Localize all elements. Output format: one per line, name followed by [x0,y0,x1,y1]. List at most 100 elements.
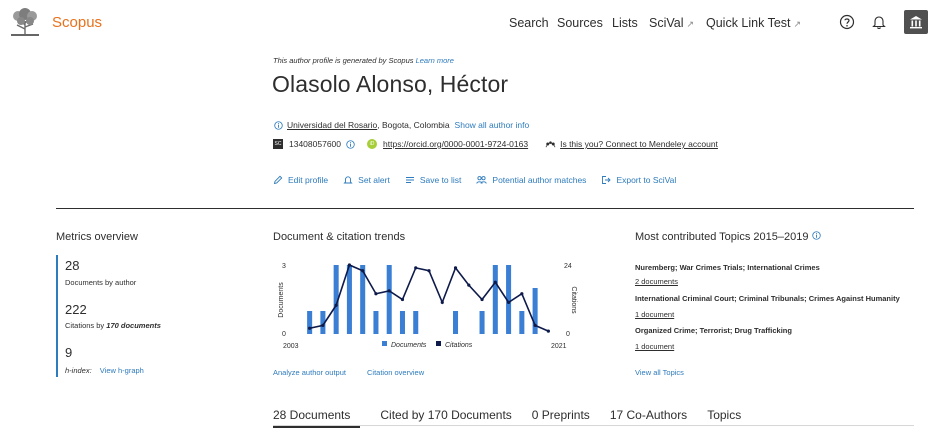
documents-bar [492,265,498,334]
documents-bar [413,311,419,334]
affiliation-row: Universidad del Rosario , Bogota, Colomb… [273,120,529,130]
documents-bar [532,288,538,334]
citations-point [308,326,312,330]
pencil-icon [273,175,283,185]
people-icon [476,176,488,184]
bell-icon[interactable] [869,12,889,32]
h-index-value: 9 [65,345,73,360]
citations-point [334,303,338,307]
citations-point [546,329,550,333]
citations-point [361,269,365,273]
trends-chart: 3 0 24 0 Documents Citations 2003 2021 D… [270,250,580,380]
citations-documents-count: 170 documents [106,321,161,330]
citations-label-text: Citations by [65,321,105,330]
scopus-author-id: 13408057600 [289,139,342,149]
document-citation-trends-title: Document & citation trends [273,231,406,243]
export-to-scival-label: Export to SciVal [616,175,677,185]
documents-bar [519,311,525,334]
mendeley-icon [544,139,556,149]
h-index-label-row: h-index: View h-graph [65,366,144,375]
documents-label: Documents by author [65,278,137,287]
potential-author-matches-label: Potential author matches [492,175,587,185]
right-axis-label: Citations [570,286,577,314]
topics-title-row: Most contributed Topics 2015–2019 [635,231,821,243]
save-to-list-label: Save to list [419,175,462,185]
set-alert-button[interactable]: Set alert [343,175,390,185]
export-to-scival-button[interactable]: Export to SciVal [601,175,676,185]
citations-point [480,297,484,302]
x-axis-end: 2021 [551,343,567,350]
set-alert-label: Set alert [358,175,390,185]
trends-chart-svg: 3 0 24 0 Documents Citations 2003 2021 D… [278,263,577,350]
citations-point [493,280,497,284]
external-link-icon: ↗ [686,19,695,29]
elsevier-logo-icon[interactable] [8,7,42,37]
topic-document-count-link[interactable]: 1 document [635,342,674,351]
most-contributed-topics-title: Most contributed Topics 2015–2019 [635,231,809,243]
help-icon[interactable] [837,12,857,32]
topic-document-count-link[interactable]: 2 documents [635,277,678,286]
view-h-graph-link[interactable]: View h-graph [100,366,144,375]
orcid-icon: iD [367,139,378,149]
author-name: Olasolo Alonso, Héctor [272,71,509,97]
profile-generated-note: This author profile is generated by Scop… [273,56,454,65]
left-axis-max: 3 [282,263,286,270]
documents-bar [386,265,392,334]
top-header: Scopus Search Sources Lists SciVal ↗ Quic… [0,0,936,46]
citations-label: Citations by 170 documents [65,321,161,330]
view-all-topics-link[interactable]: View all Topics [635,368,684,377]
citations-point [520,292,524,296]
nav-sources[interactable]: Sources [557,16,603,30]
documents-count: 28 [65,258,80,273]
show-all-author-info-link[interactable]: Show all author info [455,120,530,130]
topic-title: Nuremberg; War Crimes Trials; Internatio… [635,263,820,272]
affiliation-location: , Bogota, Colombia [377,120,450,130]
citations-point [533,323,537,327]
scopus-brand-link[interactable]: Scopus [52,14,102,31]
info-icon[interactable] [345,139,355,149]
documents-bar [346,265,352,334]
right-axis-min: 0 [566,331,570,338]
documents-bar [479,311,485,334]
learn-more-link[interactable]: Learn more [416,56,454,65]
documents-bar [307,311,313,334]
orcid-link[interactable]: https://orcid.org/0000-0001-9724-0163 [383,139,528,149]
nav-search[interactable]: Search [509,16,549,30]
info-icon[interactable] [273,120,283,130]
legend-citations-label: Citations [445,342,473,349]
nav-lists[interactable]: Lists [612,16,638,30]
documents-bars [307,265,538,334]
nav-quick-link-label: Quick Link Test [706,16,791,30]
left-axis-label: Documents [278,282,285,318]
nav-scival[interactable]: SciVal ↗ [649,16,694,30]
citations-point [506,300,511,304]
nav-quick-link-test[interactable]: Quick Link Test ↗ [706,16,801,30]
citations-point [467,283,471,287]
citations-point [427,269,431,273]
legend-citations-swatch [436,341,441,346]
citations-point [440,300,444,304]
legend-documents-label: Documents [391,342,427,349]
citations-point [453,266,458,270]
x-axis-start: 2003 [283,343,299,350]
topic-document-count-link[interactable]: 1 document [635,310,674,319]
documents-bar [399,311,405,334]
affiliation-link[interactable]: Universidad del Rosario [287,120,377,130]
documents-bar [453,311,459,334]
metrics-accent-bar [56,255,58,377]
right-axis-max: 24 [564,263,572,270]
potential-author-matches-button[interactable]: Potential author matches [476,175,586,185]
generated-note-text: This author profile is generated by Scop… [273,56,414,65]
profile-actions: Edit profile Set alert Save to list Pote… [273,175,691,185]
nav-scival-label: SciVal [649,16,684,30]
analyze-author-output-link[interactable]: Analyze author output [273,368,346,377]
metrics-overview-title: Metrics overview [56,231,138,243]
info-icon[interactable] [811,231,821,243]
citations-point [387,289,391,293]
save-to-list-button[interactable]: Save to list [405,175,462,185]
export-icon [602,176,612,184]
mendeley-connect-link[interactable]: Is this you? Connect to Mendeley account [560,139,718,149]
edit-profile-button[interactable]: Edit profile [273,175,328,185]
institution-icon[interactable] [904,10,928,34]
citation-overview-link[interactable]: Citation overview [367,368,424,377]
